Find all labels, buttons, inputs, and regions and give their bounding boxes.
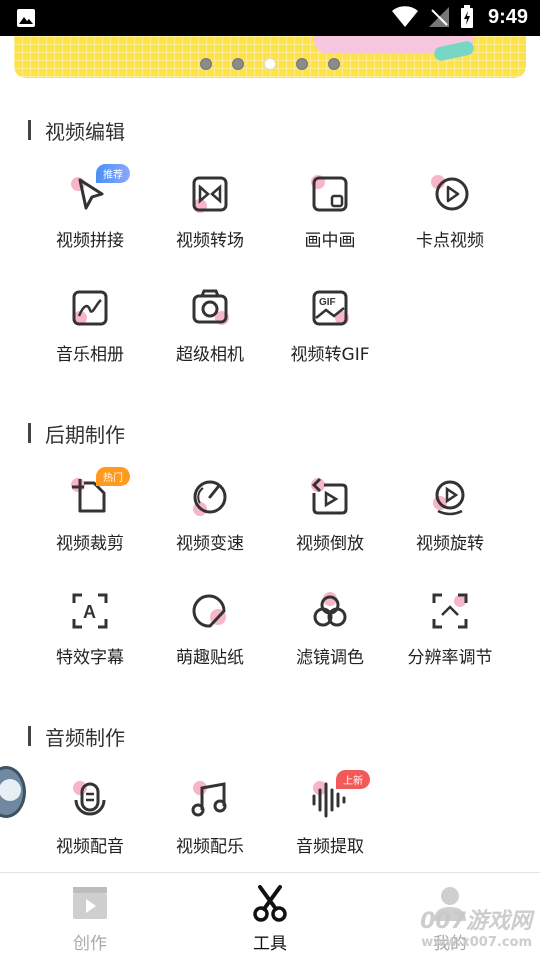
gallery-notification-icon [17, 9, 35, 27]
tool-video-crop[interactable]: 热门 视频裁剪 [30, 467, 150, 573]
section-title: 视频编辑 [28, 118, 125, 144]
tool-video-speed[interactable]: 视频变速 [150, 473, 270, 573]
clock: 9:49 [487, 5, 528, 28]
camera-icon [192, 289, 229, 325]
music-album-icon [72, 290, 108, 326]
scissors-icon [253, 885, 287, 922]
speedometer-icon [193, 480, 227, 516]
tab-create[interactable]: 创作 [0, 873, 180, 961]
tool-video-transition[interactable]: 视频转场 [150, 170, 270, 270]
no-signal-icon [428, 7, 449, 27]
battery-charging-icon [460, 5, 473, 28]
badge-recommend: 推荐 [96, 164, 130, 183]
tool-video-dubbing[interactable]: 视频配音 [30, 776, 150, 876]
sticker-icon [192, 594, 226, 628]
tool-audio-extract[interactable]: 上新 音频提取 [270, 770, 390, 876]
tool-music-album[interactable]: 音乐相册 [30, 284, 150, 384]
watermark: 007游戏网 www.x007.com [420, 909, 532, 950]
tool-effect-subtitle[interactable]: A 特效字幕 [30, 587, 150, 687]
reverse-play-icon [311, 477, 348, 515]
resolution-icon [432, 593, 468, 629]
transition-icon [192, 176, 228, 213]
tool-super-camera[interactable]: 超级相机 [150, 284, 270, 384]
section-title: 音频制作 [28, 724, 125, 750]
clapperboard-icon [73, 887, 107, 919]
svg-text:GIF: GIF [319, 297, 336, 308]
tool-filter-color[interactable]: 滤镜调色 [270, 587, 390, 687]
badge-new: 上新 [336, 770, 370, 789]
tool-video-reverse[interactable]: 视频倒放 [270, 473, 390, 573]
tool-picture-in-picture[interactable]: 画中画 [270, 170, 390, 270]
status-bar: 9:49 [0, 0, 540, 36]
music-note-icon [191, 781, 227, 817]
pager-dot-active[interactable] [264, 58, 276, 70]
filter-icon [313, 592, 347, 627]
pager-dot[interactable] [296, 58, 308, 70]
tool-video-merge[interactable]: 推荐 视频拼接 [30, 164, 150, 270]
banner-pager [0, 58, 540, 70]
tool-video-to-gif[interactable]: GIF 视频转GIF [270, 284, 390, 384]
rotate-icon [433, 480, 465, 516]
picture-in-picture-icon [311, 175, 348, 212]
subtitle-icon: A [72, 593, 108, 629]
tab-tools[interactable]: 工具 [180, 873, 360, 961]
floating-assistant-avatar[interactable] [0, 766, 26, 818]
bottom-tab-bar: 创作 工具 我的 007游戏网 www.x007.com [0, 872, 540, 960]
badge-hot: 热门 [96, 467, 130, 486]
promo-banner[interactable] [14, 36, 526, 78]
play-circle-icon [431, 175, 469, 211]
tool-resolution[interactable]: 分辨率调节 [390, 587, 510, 687]
tool-video-rotate[interactable]: 视频旋转 [390, 473, 510, 573]
tool-cute-sticker[interactable]: 萌趣贴纸 [150, 587, 270, 687]
pager-dot[interactable] [328, 58, 340, 70]
wifi-icon [391, 6, 418, 28]
pager-dot[interactable] [232, 58, 244, 70]
tool-video-soundtrack[interactable]: 视频配乐 [150, 776, 270, 876]
section-title: 后期制作 [28, 421, 125, 447]
pager-dot[interactable] [200, 58, 212, 70]
microphone-icon [73, 781, 106, 816]
gif-icon: GIF [312, 290, 349, 326]
svg-text:A: A [83, 602, 96, 622]
tool-beat-video[interactable]: 卡点视频 [390, 170, 510, 270]
